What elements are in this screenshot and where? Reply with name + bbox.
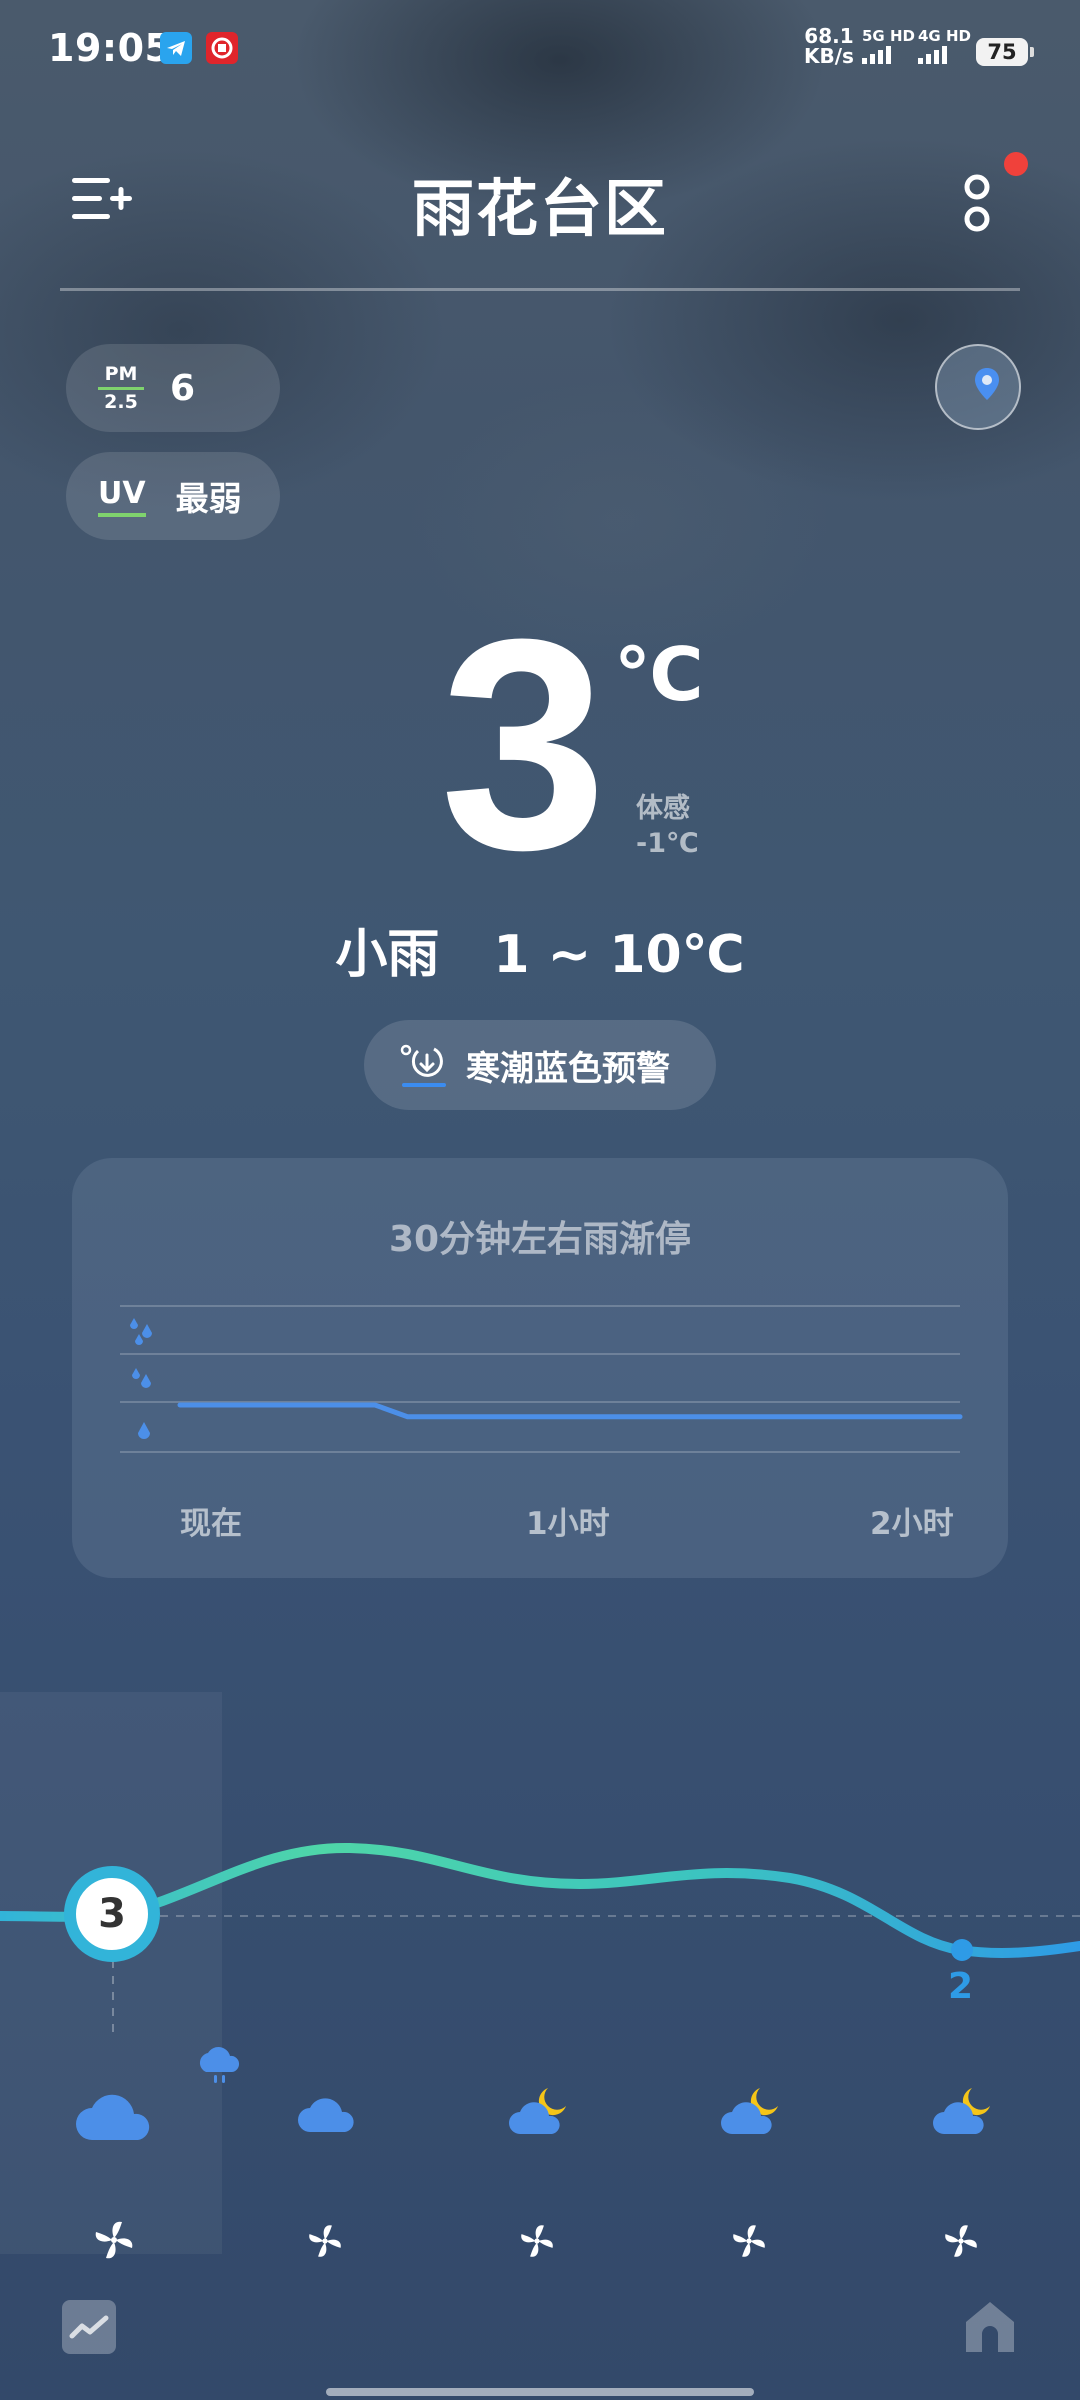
temperature-range: 1 ~ 10℃ bbox=[493, 925, 745, 985]
hour-temp-label: 2 bbox=[948, 1966, 974, 2007]
telegram-app-icon bbox=[160, 32, 192, 64]
rain-axis-tick: 1小时 bbox=[526, 1506, 610, 1542]
network-speed: 68.1 KB/s bbox=[804, 26, 854, 66]
rain-axis-tick: 现在 bbox=[180, 1506, 242, 1542]
signal-sim2-label: 4G HD bbox=[918, 27, 971, 45]
feels-like-label: 体感 bbox=[636, 793, 690, 824]
uv-pill[interactable]: UV 最弱 bbox=[66, 452, 280, 540]
rain-intensity-line bbox=[177, 1402, 963, 1420]
uv-label: UV bbox=[98, 476, 146, 517]
feels-like-value: -1℃ bbox=[636, 828, 699, 859]
condition-text: 小雨 bbox=[335, 925, 440, 985]
cloudy-night-icon bbox=[721, 2088, 778, 2134]
rain-cloud-icon bbox=[199, 2047, 240, 2083]
current-temperature: 3 bbox=[440, 576, 607, 912]
home-icon[interactable] bbox=[962, 2298, 1018, 2356]
network-speed-unit: KB/s bbox=[804, 44, 854, 68]
city-title: 雨花台区 bbox=[411, 172, 668, 245]
map-pin-icon bbox=[975, 368, 999, 400]
alert-text: 寒潮蓝色预警 bbox=[466, 1048, 670, 1089]
cold-wave-alert-icon bbox=[400, 1044, 446, 1087]
temperature-point-marker bbox=[951, 1939, 973, 1961]
weather-alert-button[interactable]: 寒潮蓝色预警 bbox=[364, 1020, 716, 1110]
signal-sim1: 5G HD bbox=[862, 28, 915, 64]
status-time: 19:05 bbox=[48, 26, 172, 70]
signal-sim2: 4G HD bbox=[918, 28, 971, 64]
trend-chart-icon[interactable] bbox=[62, 2300, 116, 2354]
current-hour-temp-badge: 3 bbox=[64, 1866, 160, 1962]
wind-icon bbox=[733, 2225, 765, 2257]
temperature-curve-line bbox=[0, 1842, 1080, 1958]
network-speed-value: 68.1 bbox=[804, 24, 854, 48]
signal-bars-icon bbox=[862, 46, 915, 64]
temperature-unit: ℃ bbox=[614, 632, 704, 718]
heavy-rain-icon bbox=[130, 1318, 152, 1345]
rain-axis-tick: 2小时 bbox=[870, 1506, 954, 1542]
uv-value: 最弱 bbox=[175, 479, 242, 518]
map-location-button[interactable] bbox=[935, 344, 1021, 430]
pm25-label: PM 2.5 bbox=[98, 362, 144, 413]
pm25-value: 6 bbox=[170, 367, 196, 409]
battery-indicator: 75 bbox=[976, 38, 1034, 66]
signal-sim1-label: 5G HD bbox=[862, 27, 915, 45]
header-divider bbox=[60, 288, 1020, 291]
rain-forecast-card[interactable]: 30分钟左右雨渐停 现在 1小时 2小时 bbox=[72, 1158, 1008, 1578]
wind-icon bbox=[309, 2225, 341, 2257]
more-options-icon[interactable] bbox=[956, 170, 998, 236]
pm25-label-bottom: 2.5 bbox=[104, 390, 138, 413]
wind-icon bbox=[945, 2225, 977, 2257]
pm25-label-top: PM bbox=[104, 362, 138, 385]
cloud-icon bbox=[298, 2098, 354, 2132]
weather-condition: 小雨 1 ~ 10℃ bbox=[0, 912, 1080, 987]
moderate-rain-icon bbox=[132, 1368, 151, 1388]
cloudy-night-icon bbox=[509, 2088, 566, 2134]
status-bar: 19:05 68.1 KB/s 5G HD 4G HD 75 bbox=[0, 0, 1080, 100]
gesture-nav-handle[interactable] bbox=[326, 2388, 754, 2396]
cloud-icon bbox=[76, 2094, 150, 2140]
light-rain-icon bbox=[138, 1422, 150, 1439]
pm25-pill[interactable]: PM 2.5 6 bbox=[66, 344, 280, 432]
cloudy-night-icon bbox=[933, 2088, 990, 2134]
wind-icon bbox=[521, 2225, 553, 2257]
wind-icon bbox=[95, 2221, 133, 2259]
signal-bars-icon bbox=[918, 46, 971, 64]
notification-dot bbox=[1004, 152, 1028, 176]
hourly-temperature-curve bbox=[0, 1842, 1080, 2040]
app-notification-icon bbox=[206, 32, 238, 64]
